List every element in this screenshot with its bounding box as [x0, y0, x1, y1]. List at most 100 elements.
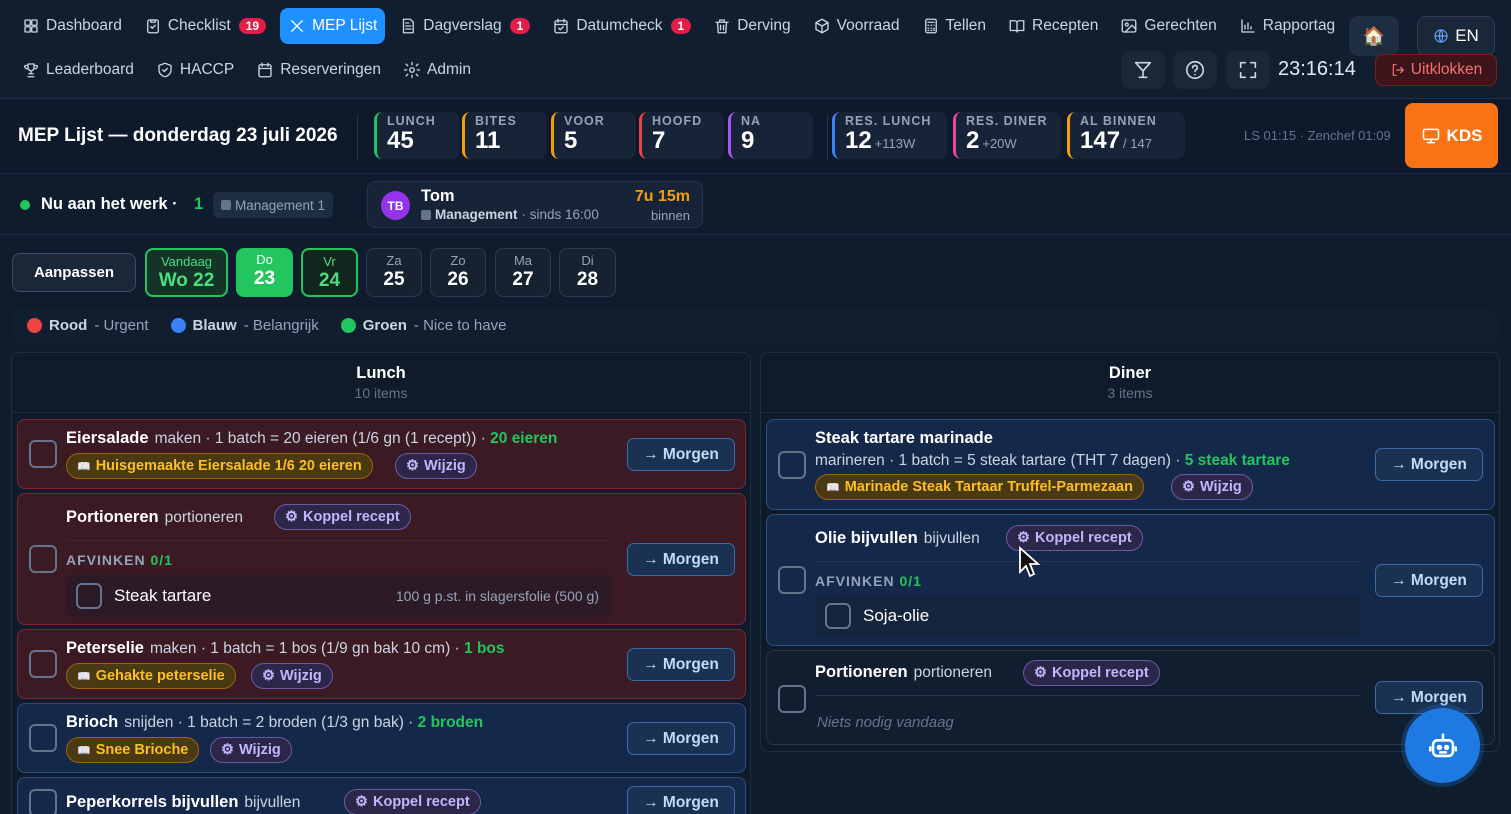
clock-out-button[interactable]: Uitklokken — [1375, 54, 1497, 86]
task-desc: portioneren — [164, 509, 244, 526]
assistant-button[interactable] — [1405, 708, 1480, 783]
move-tomorrow-button[interactable]: → Morgen — [1375, 564, 1483, 597]
link-recipe-button[interactable]: ⚙ Koppel recept — [344, 789, 481, 814]
edit-button[interactable]: ⚙ Wijzig — [210, 737, 292, 763]
top-navigation: Dashboard Checklist 19 MEP Lijst Dagverslag 1… — [0, 0, 1511, 99]
priority-legend: Rood - Urgent Blauw - Belangrijk Groen - Nice… — [12, 308, 1499, 342]
employee-card[interactable]: TB Tom Management · sinds 16:00 7u 15m bi… — [367, 181, 703, 228]
nav-item-label: Gerechten — [1144, 17, 1217, 34]
stat-label: RES. DINER — [966, 114, 1048, 128]
nav-item-dagverslag[interactable]: Dagverslag 1 — [391, 8, 538, 44]
count-badge: 1 — [509, 18, 531, 34]
fullscreen-button[interactable] — [1226, 51, 1270, 89]
move-tomorrow-button[interactable]: → Morgen — [627, 786, 735, 814]
day-button[interactable]: Zo 26 — [430, 248, 486, 297]
day-button[interactable]: Ma 27 — [495, 248, 551, 297]
subtask-checkbox[interactable] — [76, 583, 102, 609]
nav-item-tellen[interactable]: Tellen — [914, 8, 995, 44]
task-checkbox[interactable] — [29, 724, 57, 752]
nav-item-checklist[interactable]: Checklist 19 — [136, 8, 274, 44]
subtask-item: Soja-olie — [815, 595, 1360, 637]
nav-item-haccp[interactable]: HACCP — [148, 52, 242, 88]
task-qty: 1 bos — [464, 640, 505, 657]
clock: 23:16:14 — [1278, 58, 1356, 80]
edit-button[interactable]: ⚙ Wijzig — [1171, 474, 1253, 500]
home-button[interactable]: 🏠 — [1349, 16, 1399, 56]
recipe-link[interactable]: 📖 Marinade Steak Tartaar Truffel-Parmezaa… — [815, 474, 1144, 500]
link-recipe-button[interactable]: ⚙ Koppel recept — [1023, 660, 1160, 686]
monitor-icon — [1421, 126, 1441, 146]
link-recipe-button[interactable]: ⚙ Koppel recept — [274, 504, 411, 530]
edit-label: Wijzig — [1200, 479, 1242, 495]
move-tomorrow-button[interactable]: → Morgen — [1375, 681, 1483, 714]
adjust-button[interactable]: Aanpassen — [12, 253, 136, 292]
cocktail-button[interactable] — [1121, 51, 1165, 89]
move-tomorrow-button[interactable]: → Morgen — [1375, 448, 1483, 481]
task-checkbox[interactable] — [29, 440, 57, 468]
nav-item-recepten[interactable]: Recepten — [1000, 8, 1106, 44]
clock-out-label: Uitklokken — [1410, 61, 1483, 78]
edit-button[interactable]: ⚙ Wijzig — [395, 453, 477, 479]
nav-item-gerechten[interactable]: Gerechten — [1112, 8, 1224, 44]
stat-sub: / 147 — [1123, 136, 1152, 151]
task-checkbox[interactable] — [778, 451, 806, 479]
edit-label: Wijzig — [280, 668, 322, 684]
mep-card: Steak tartare marinade marineren · 1 bat… — [766, 419, 1495, 510]
lunch-column: Lunch 10 items Eiersalade maken · 1 batch… — [11, 352, 751, 814]
move-tomorrow-button[interactable]: → Morgen — [627, 543, 735, 576]
task-checkbox[interactable] — [29, 650, 57, 678]
priority-dot — [27, 317, 42, 333]
day-button[interactable]: Vandaag Wo 22 — [145, 248, 228, 297]
nav-item-datumcheck[interactable]: Datumcheck 1 — [544, 8, 699, 44]
day-button[interactable]: Di 28 — [559, 248, 616, 297]
task-title: Peperkorrels bijvullen bijvullen — [66, 793, 300, 812]
nav-item-label: Checklist — [167, 17, 231, 34]
task-desc: marineren · 1 batch = 5 steak tartare (T… — [815, 452, 1185, 469]
day-button[interactable]: Vr 24 — [301, 248, 358, 297]
nav-item-label: Tellen — [945, 17, 987, 34]
move-tomorrow-button[interactable]: → Morgen — [627, 438, 735, 471]
gear-icon: ⚙ — [355, 794, 368, 810]
day-button[interactable]: Do 23 — [236, 248, 293, 297]
task-checkbox[interactable] — [29, 545, 57, 573]
day-label: Ma — [513, 253, 533, 268]
task-desc: portioneren — [913, 664, 993, 681]
task-title: Portioneren portioneren — [815, 663, 992, 682]
move-tomorrow-button[interactable]: → Morgen — [627, 722, 735, 755]
language-button[interactable]: EN — [1417, 16, 1495, 56]
recipe-link[interactable]: 📖 Huisgemaakte Eiersalade 1/6 20 eieren — [66, 453, 373, 479]
working-label: Nu aan het werk · — [41, 195, 178, 213]
recipe-link[interactable]: 📖 Gehakte peterselie — [66, 663, 236, 689]
nav-item-admin[interactable]: Admin — [395, 52, 479, 88]
divider — [815, 561, 1360, 562]
nav-item-mep-lijst[interactable]: MEP Lijst — [280, 8, 386, 44]
task-checkbox[interactable] — [778, 566, 806, 594]
stat-number: 7 — [652, 127, 666, 154]
cocktail-icon — [1132, 59, 1154, 81]
stat-label: NA — [741, 114, 762, 128]
nav-item-label: Datumcheck — [576, 17, 663, 34]
recipe-link[interactable]: 📖 Snee Brioche — [66, 737, 200, 763]
nav-item-voorraad[interactable]: Voorraad — [805, 8, 908, 44]
nav-item-rapportag[interactable]: Rapportag — [1231, 8, 1343, 44]
task-checkbox[interactable] — [29, 789, 57, 814]
nav-item-reserveringen[interactable]: Reserveringen — [248, 52, 389, 88]
stat-label: HOOFD — [652, 114, 703, 128]
legend-item: Groen - Nice to have — [340, 317, 506, 334]
day-button[interactable]: Za 25 — [366, 248, 422, 297]
task-checkbox[interactable] — [778, 685, 806, 713]
stat-number: 9 — [741, 127, 755, 154]
edit-button[interactable]: ⚙ Wijzig — [251, 663, 333, 689]
help-button[interactable] — [1173, 51, 1217, 89]
presence-status: binnen — [650, 208, 690, 223]
move-tomorrow-button[interactable]: → Morgen — [627, 648, 735, 681]
nav-item-leaderboard[interactable]: Leaderboard — [14, 52, 142, 88]
nav-item-label: HACCP — [179, 61, 235, 78]
nav-item-dashboard[interactable]: Dashboard — [14, 8, 130, 44]
kds-button[interactable]: KDS — [1405, 103, 1498, 168]
nav-row-secondary: Leaderboard HACCP Reserveringen Admin — [14, 52, 479, 88]
mep-card: Peperkorrels bijvullen bijvullen ⚙ Koppel … — [17, 777, 746, 814]
subtask-checkbox[interactable] — [825, 603, 851, 629]
stat-value: 2 +20W — [966, 128, 1061, 157]
nav-item-derving[interactable]: Derving — [705, 8, 798, 44]
